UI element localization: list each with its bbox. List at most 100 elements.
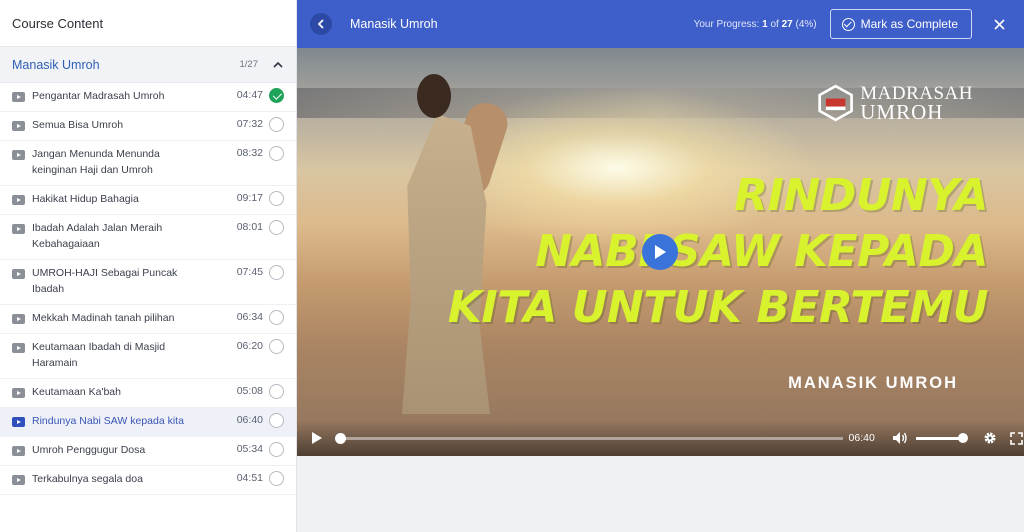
incomplete-circle-icon[interactable] bbox=[269, 384, 284, 399]
lesson-item[interactable]: Keutamaan Ibadah di Masjid Haramain 06:20 bbox=[0, 334, 296, 379]
lesson-title: Keutamaan Ibadah di Masjid Haramain bbox=[32, 341, 166, 369]
video-icon bbox=[12, 417, 25, 427]
lesson-title: Semua Bisa Umroh bbox=[32, 119, 124, 131]
back-button[interactable] bbox=[310, 13, 332, 35]
settings-button[interactable] bbox=[982, 430, 998, 446]
lesson-item[interactable]: Mekkah Madinah tanah pilihan 06:34 bbox=[0, 305, 296, 334]
lesson-item[interactable]: Jangan Menunda Menunda keinginan Haji da… bbox=[0, 141, 296, 186]
incomplete-circle-icon[interactable] bbox=[269, 339, 284, 354]
video-icon bbox=[12, 388, 25, 398]
video-icon bbox=[12, 195, 25, 205]
chevron-left-icon bbox=[317, 19, 324, 29]
video-icon bbox=[12, 224, 25, 234]
lesson-title: Keutamaan Ka'bah bbox=[32, 386, 121, 398]
lesson-item[interactable]: Terkabulnya segala doa 04:51 bbox=[0, 466, 296, 495]
incomplete-circle-icon[interactable] bbox=[269, 265, 284, 280]
headline-line3: KITA UNTUK BERTEMU bbox=[447, 282, 989, 333]
lesson-list: Pengantar Madrasah Umroh 04:47 Semua Bisa … bbox=[0, 83, 296, 495]
lesson-title: Mekkah Madinah tanah pilihan bbox=[32, 312, 175, 324]
play-icon bbox=[655, 245, 666, 259]
video-player[interactable]: MADRASAH UMROH RINDUNYA NABI SAW KEPADA … bbox=[297, 48, 1024, 456]
video-headline: RINDUNYA NABI SAW KEPADA KITA UNTUK BERT… bbox=[447, 168, 989, 336]
lesson-title: Hakikat Hidup Bahagia bbox=[32, 193, 139, 205]
incomplete-circle-icon[interactable] bbox=[269, 413, 284, 428]
incomplete-circle-icon[interactable] bbox=[269, 191, 284, 206]
video-icon bbox=[12, 150, 25, 160]
course-title: Manasik Umroh bbox=[350, 17, 438, 31]
lesson-duration: 05:34 bbox=[236, 443, 263, 455]
pilgrim-head bbox=[417, 74, 451, 118]
player-top-bar: Manasik Umroh Your Progress: 1 of 27 (4%… bbox=[297, 0, 1024, 48]
incomplete-circle-icon[interactable] bbox=[269, 220, 284, 235]
headline-line2: NABI SAW KEPADA bbox=[535, 226, 988, 277]
content-area-below-video bbox=[297, 456, 1024, 532]
lesson-title: Ibadah Adalah Jalan Meraih Kebahagaiaan bbox=[32, 222, 163, 250]
lesson-item[interactable]: Keutamaan Ka'bah 05:08 bbox=[0, 379, 296, 408]
progress-current: 1 bbox=[762, 18, 768, 30]
close-button[interactable] bbox=[988, 13, 1010, 35]
lesson-title: Terkabulnya segala doa bbox=[32, 473, 143, 485]
video-duration: 06:40 bbox=[848, 432, 875, 444]
logo-mark-icon bbox=[818, 84, 853, 122]
logo-line2: UMROH bbox=[860, 100, 944, 124]
topic-title: Manasik Umroh bbox=[12, 57, 100, 72]
mark-as-complete-label: Mark as Complete bbox=[860, 17, 958, 31]
play-button[interactable] bbox=[309, 430, 325, 446]
course-sidebar: Course Content Manasik Umroh 1/27 Pengan… bbox=[0, 0, 297, 532]
lesson-item[interactable]: Pengantar Madrasah Umroh 04:47 bbox=[0, 83, 296, 112]
completed-check-icon[interactable] bbox=[269, 88, 284, 103]
lesson-duration: 04:51 bbox=[236, 472, 263, 484]
lesson-duration: 06:40 bbox=[236, 414, 263, 426]
progress-percent: (4%) bbox=[795, 18, 817, 30]
big-play-button[interactable] bbox=[642, 234, 678, 270]
video-icon bbox=[12, 314, 25, 324]
gear-icon bbox=[984, 432, 996, 444]
progress-text: Your Progress: 1 of 27 (4%) bbox=[694, 19, 817, 30]
incomplete-circle-icon[interactable] bbox=[269, 310, 284, 325]
incomplete-circle-icon[interactable] bbox=[269, 442, 284, 457]
lesson-duration: 05:08 bbox=[236, 385, 263, 397]
video-icon bbox=[12, 269, 25, 279]
close-icon bbox=[993, 18, 1005, 30]
lesson-title: UMROH-HAJI Sebagai Puncak Ibadah bbox=[32, 267, 178, 295]
lesson-duration: 07:45 bbox=[236, 266, 263, 278]
lesson-duration: 07:32 bbox=[236, 118, 263, 130]
progress-label: Your Progress: bbox=[693, 18, 760, 30]
lesson-duration: 04:47 bbox=[236, 89, 263, 101]
video-icon bbox=[12, 446, 25, 456]
lesson-item[interactable]: Hakikat Hidup Bahagia 09:17 bbox=[0, 186, 296, 215]
incomplete-circle-icon[interactable] bbox=[269, 117, 284, 132]
lesson-title: Umroh Penggugur Dosa bbox=[32, 444, 146, 456]
lesson-duration: 06:34 bbox=[236, 311, 263, 323]
video-icon bbox=[12, 343, 25, 353]
progress-total: 27 bbox=[781, 18, 793, 30]
mark-as-complete-button[interactable]: Mark as Complete bbox=[829, 9, 972, 39]
madrasah-umroh-logo: MADRASAH UMROH bbox=[817, 78, 973, 128]
chevron-up-icon[interactable] bbox=[272, 59, 284, 71]
video-icon bbox=[12, 475, 25, 485]
lesson-duration: 08:32 bbox=[236, 147, 263, 159]
incomplete-circle-icon[interactable] bbox=[269, 471, 284, 486]
lesson-item[interactable]: Umroh Penggugur Dosa 05:34 bbox=[0, 437, 296, 466]
lesson-title: Jangan Menunda Menunda keinginan Haji da… bbox=[32, 148, 160, 176]
lesson-item[interactable]: Rindunya Nabi SAW kepada kita 06:40 bbox=[0, 408, 296, 437]
lesson-item[interactable]: UMROH-HAJI Sebagai Puncak Ibadah 07:45 bbox=[0, 260, 296, 305]
lesson-item[interactable]: Ibadah Adalah Jalan Meraih Kebahagaiaan 0… bbox=[0, 215, 296, 260]
check-circle-icon bbox=[841, 17, 855, 31]
lesson-duration: 08:01 bbox=[236, 221, 263, 233]
headline-line1: RINDUNYA bbox=[734, 170, 988, 221]
sidebar-title: Course Content bbox=[0, 0, 296, 47]
lesson-item[interactable]: Semua Bisa Umroh 07:32 bbox=[0, 112, 296, 141]
seek-handle[interactable] bbox=[334, 432, 346, 444]
volume-button[interactable] bbox=[892, 430, 908, 446]
seek-bar[interactable] bbox=[334, 432, 843, 444]
lesson-title: Pengantar Madrasah Umroh bbox=[32, 90, 165, 102]
lesson-title: Rindunya Nabi SAW kepada kita bbox=[32, 415, 184, 427]
incomplete-circle-icon[interactable] bbox=[269, 146, 284, 161]
topic-header-manasik-umroh[interactable]: Manasik Umroh 1/27 bbox=[0, 47, 296, 83]
volume-handle[interactable] bbox=[958, 432, 969, 443]
lesson-duration: 09:17 bbox=[236, 192, 263, 204]
video-subtitle: MANASIK UMROH bbox=[788, 374, 958, 392]
volume-slider[interactable] bbox=[916, 432, 969, 443]
fullscreen-button[interactable] bbox=[1008, 430, 1024, 446]
